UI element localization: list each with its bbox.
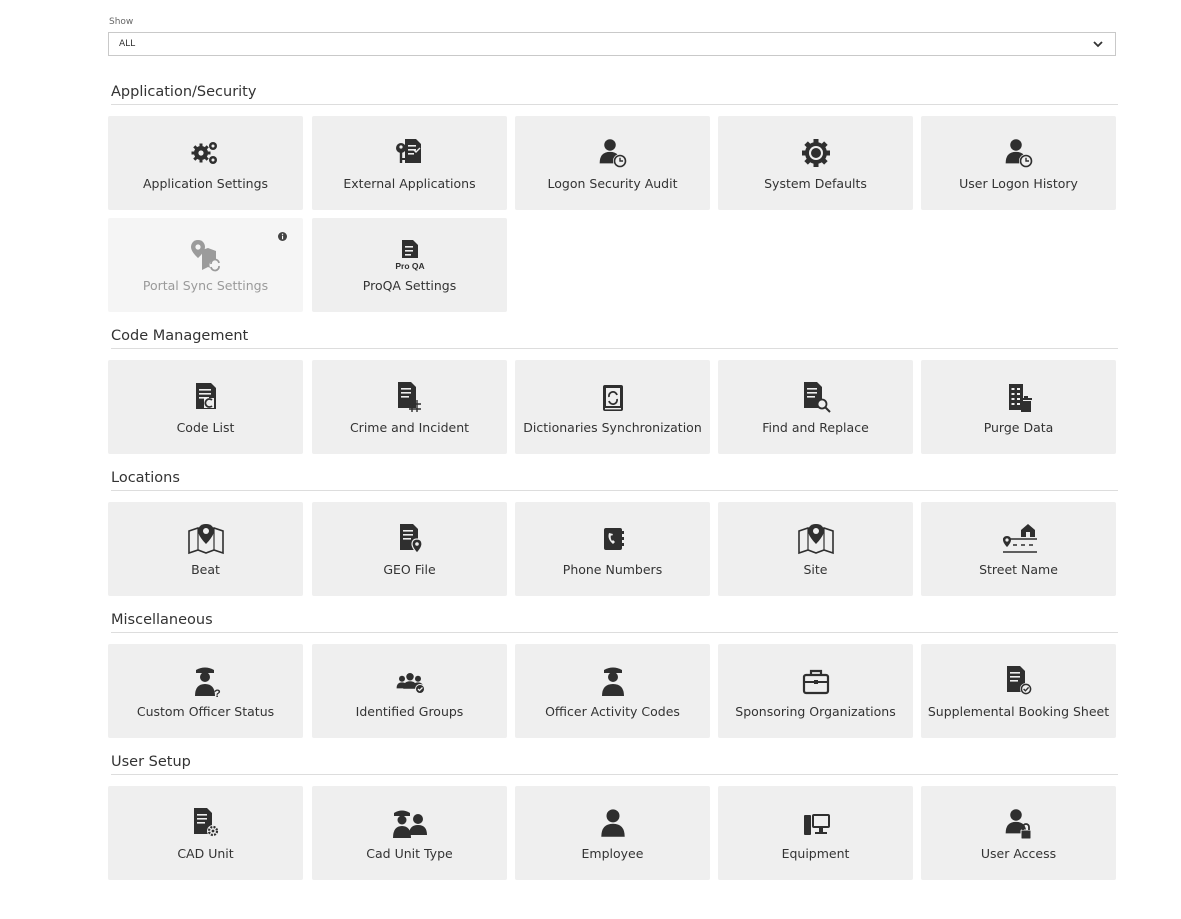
tile-label: Phone Numbers bbox=[562, 561, 663, 577]
section-title-application-security: Application/Security bbox=[111, 84, 257, 100]
tile-proqa-settings[interactable]: Pro QA ProQA Settings bbox=[312, 218, 507, 312]
tile-beat[interactable]: Beat bbox=[108, 502, 303, 596]
tile-geo-file[interactable]: GEO File bbox=[312, 502, 507, 596]
tile-label: Cad Unit Type bbox=[366, 845, 453, 861]
section-divider bbox=[111, 632, 1118, 633]
tile-label: CAD Unit bbox=[177, 845, 234, 861]
tile-label: Officer Activity Codes bbox=[545, 703, 680, 719]
tile-label: Purge Data bbox=[983, 419, 1054, 435]
document-location-icon bbox=[390, 522, 430, 556]
show-filter-select[interactable]: ALL bbox=[108, 32, 1116, 56]
building-trash-icon bbox=[999, 380, 1039, 414]
user-icon bbox=[593, 806, 633, 840]
tile-user-access[interactable]: User Access bbox=[921, 786, 1116, 880]
tile-find-and-replace[interactable]: Find and Replace bbox=[718, 360, 913, 454]
show-filter-label: Show bbox=[109, 17, 134, 27]
map-sync-icon bbox=[186, 238, 226, 272]
tile-street-name[interactable]: Street Name bbox=[921, 502, 1116, 596]
tile-employee[interactable]: Employee bbox=[515, 786, 710, 880]
tile-label: External Applications bbox=[343, 175, 476, 191]
document-check-icon bbox=[999, 664, 1039, 698]
svg-text:?: ? bbox=[214, 688, 221, 698]
tile-external-applications[interactable]: External Applications bbox=[312, 116, 507, 210]
user-clock-icon bbox=[999, 136, 1039, 170]
tile-site[interactable]: Site bbox=[718, 502, 913, 596]
section-divider bbox=[111, 104, 1118, 105]
tile-purge-data[interactable]: Purge Data bbox=[921, 360, 1116, 454]
computer-icon bbox=[796, 806, 836, 840]
section-divider bbox=[111, 490, 1118, 491]
section-title-miscellaneous: Miscellaneous bbox=[111, 612, 213, 628]
section-divider bbox=[111, 774, 1118, 775]
user-lock-icon bbox=[999, 806, 1039, 840]
tile-code-list[interactable]: Code List bbox=[108, 360, 303, 454]
tile-label: User Access bbox=[980, 845, 1057, 861]
tile-label: ProQA Settings bbox=[362, 277, 457, 293]
show-filter-value: ALL bbox=[119, 39, 136, 49]
user-clock-icon bbox=[593, 136, 633, 170]
officers-icon bbox=[390, 806, 430, 840]
tile-user-logon-history[interactable]: User Logon History bbox=[921, 116, 1116, 210]
tile-label: Dictionaries Synchronization bbox=[523, 419, 702, 435]
tile-crime-and-incident[interactable]: Crime and Incident bbox=[312, 360, 507, 454]
tile-label: Custom Officer Status bbox=[136, 703, 275, 719]
tile-label: System Defaults bbox=[764, 175, 867, 191]
gears-icon bbox=[186, 136, 226, 170]
group-check-icon bbox=[390, 664, 430, 698]
info-icon[interactable] bbox=[278, 232, 287, 241]
svg-text:Pro QA: Pro QA bbox=[395, 261, 424, 271]
section-title-code-management: Code Management bbox=[111, 328, 249, 344]
tile-custom-officer-status[interactable]: ? Custom Officer Status bbox=[108, 644, 303, 738]
document-hash-icon bbox=[390, 380, 430, 414]
tile-label: Sponsoring Organizations bbox=[735, 703, 896, 719]
tile-equipment[interactable]: Equipment bbox=[718, 786, 913, 880]
map-pin-icon bbox=[796, 522, 836, 556]
tile-label: Find and Replace bbox=[762, 419, 869, 435]
tile-label: GEO File bbox=[383, 561, 436, 577]
house-street-icon bbox=[999, 522, 1039, 556]
tile-application-settings[interactable]: Application Settings bbox=[108, 116, 303, 210]
section-divider bbox=[111, 348, 1118, 349]
section-title-locations: Locations bbox=[111, 470, 180, 486]
tile-label: Portal Sync Settings bbox=[142, 277, 269, 293]
section-title-user-setup: User Setup bbox=[111, 754, 191, 770]
phone-book-icon bbox=[593, 522, 633, 556]
document-list-icon bbox=[186, 380, 226, 414]
tile-label: Crime and Incident bbox=[349, 419, 470, 435]
key-checklist-icon bbox=[390, 136, 430, 170]
tile-portal-sync-settings[interactable]: Portal Sync Settings bbox=[108, 218, 303, 312]
officer-question-icon: ? bbox=[186, 664, 226, 698]
tile-label: Identified Groups bbox=[355, 703, 464, 719]
tile-label: Street Name bbox=[979, 561, 1058, 577]
tile-label: Supplemental Booking Sheet bbox=[927, 703, 1110, 719]
document-gear-icon bbox=[186, 806, 226, 840]
tile-sponsoring-organizations[interactable]: Sponsoring Organizations bbox=[718, 644, 913, 738]
proqa-document-icon: Pro QA bbox=[390, 238, 430, 272]
tile-officer-activity-codes[interactable]: Officer Activity Codes bbox=[515, 644, 710, 738]
tile-label: Application Settings bbox=[142, 175, 269, 191]
tile-phone-numbers[interactable]: Phone Numbers bbox=[515, 502, 710, 596]
tile-system-defaults[interactable]: System Defaults bbox=[718, 116, 913, 210]
tile-identified-groups[interactable]: Identified Groups bbox=[312, 644, 507, 738]
book-sync-icon bbox=[593, 380, 633, 414]
tile-label: User Logon History bbox=[959, 175, 1078, 191]
map-pin-icon bbox=[186, 522, 226, 556]
tile-cad-unit[interactable]: CAD Unit bbox=[108, 786, 303, 880]
gear-icon bbox=[796, 136, 836, 170]
tile-label: Beat bbox=[191, 561, 220, 577]
tile-label: Site bbox=[803, 561, 828, 577]
document-search-icon bbox=[796, 380, 836, 414]
tile-logon-security-audit[interactable]: Logon Security Audit bbox=[515, 116, 710, 210]
tile-label: Equipment bbox=[781, 845, 850, 861]
tile-dictionaries-synchronization[interactable]: Dictionaries Synchronization bbox=[515, 360, 710, 454]
tile-label: Employee bbox=[581, 845, 644, 861]
tile-supplemental-booking-sheet[interactable]: Supplemental Booking Sheet bbox=[921, 644, 1116, 738]
tile-cad-unit-type[interactable]: Cad Unit Type bbox=[312, 786, 507, 880]
briefcase-icon bbox=[796, 664, 836, 698]
tile-label: Code List bbox=[176, 419, 235, 435]
officer-icon bbox=[593, 664, 633, 698]
chevron-down-icon bbox=[1091, 37, 1105, 51]
tile-label: Logon Security Audit bbox=[547, 175, 678, 191]
